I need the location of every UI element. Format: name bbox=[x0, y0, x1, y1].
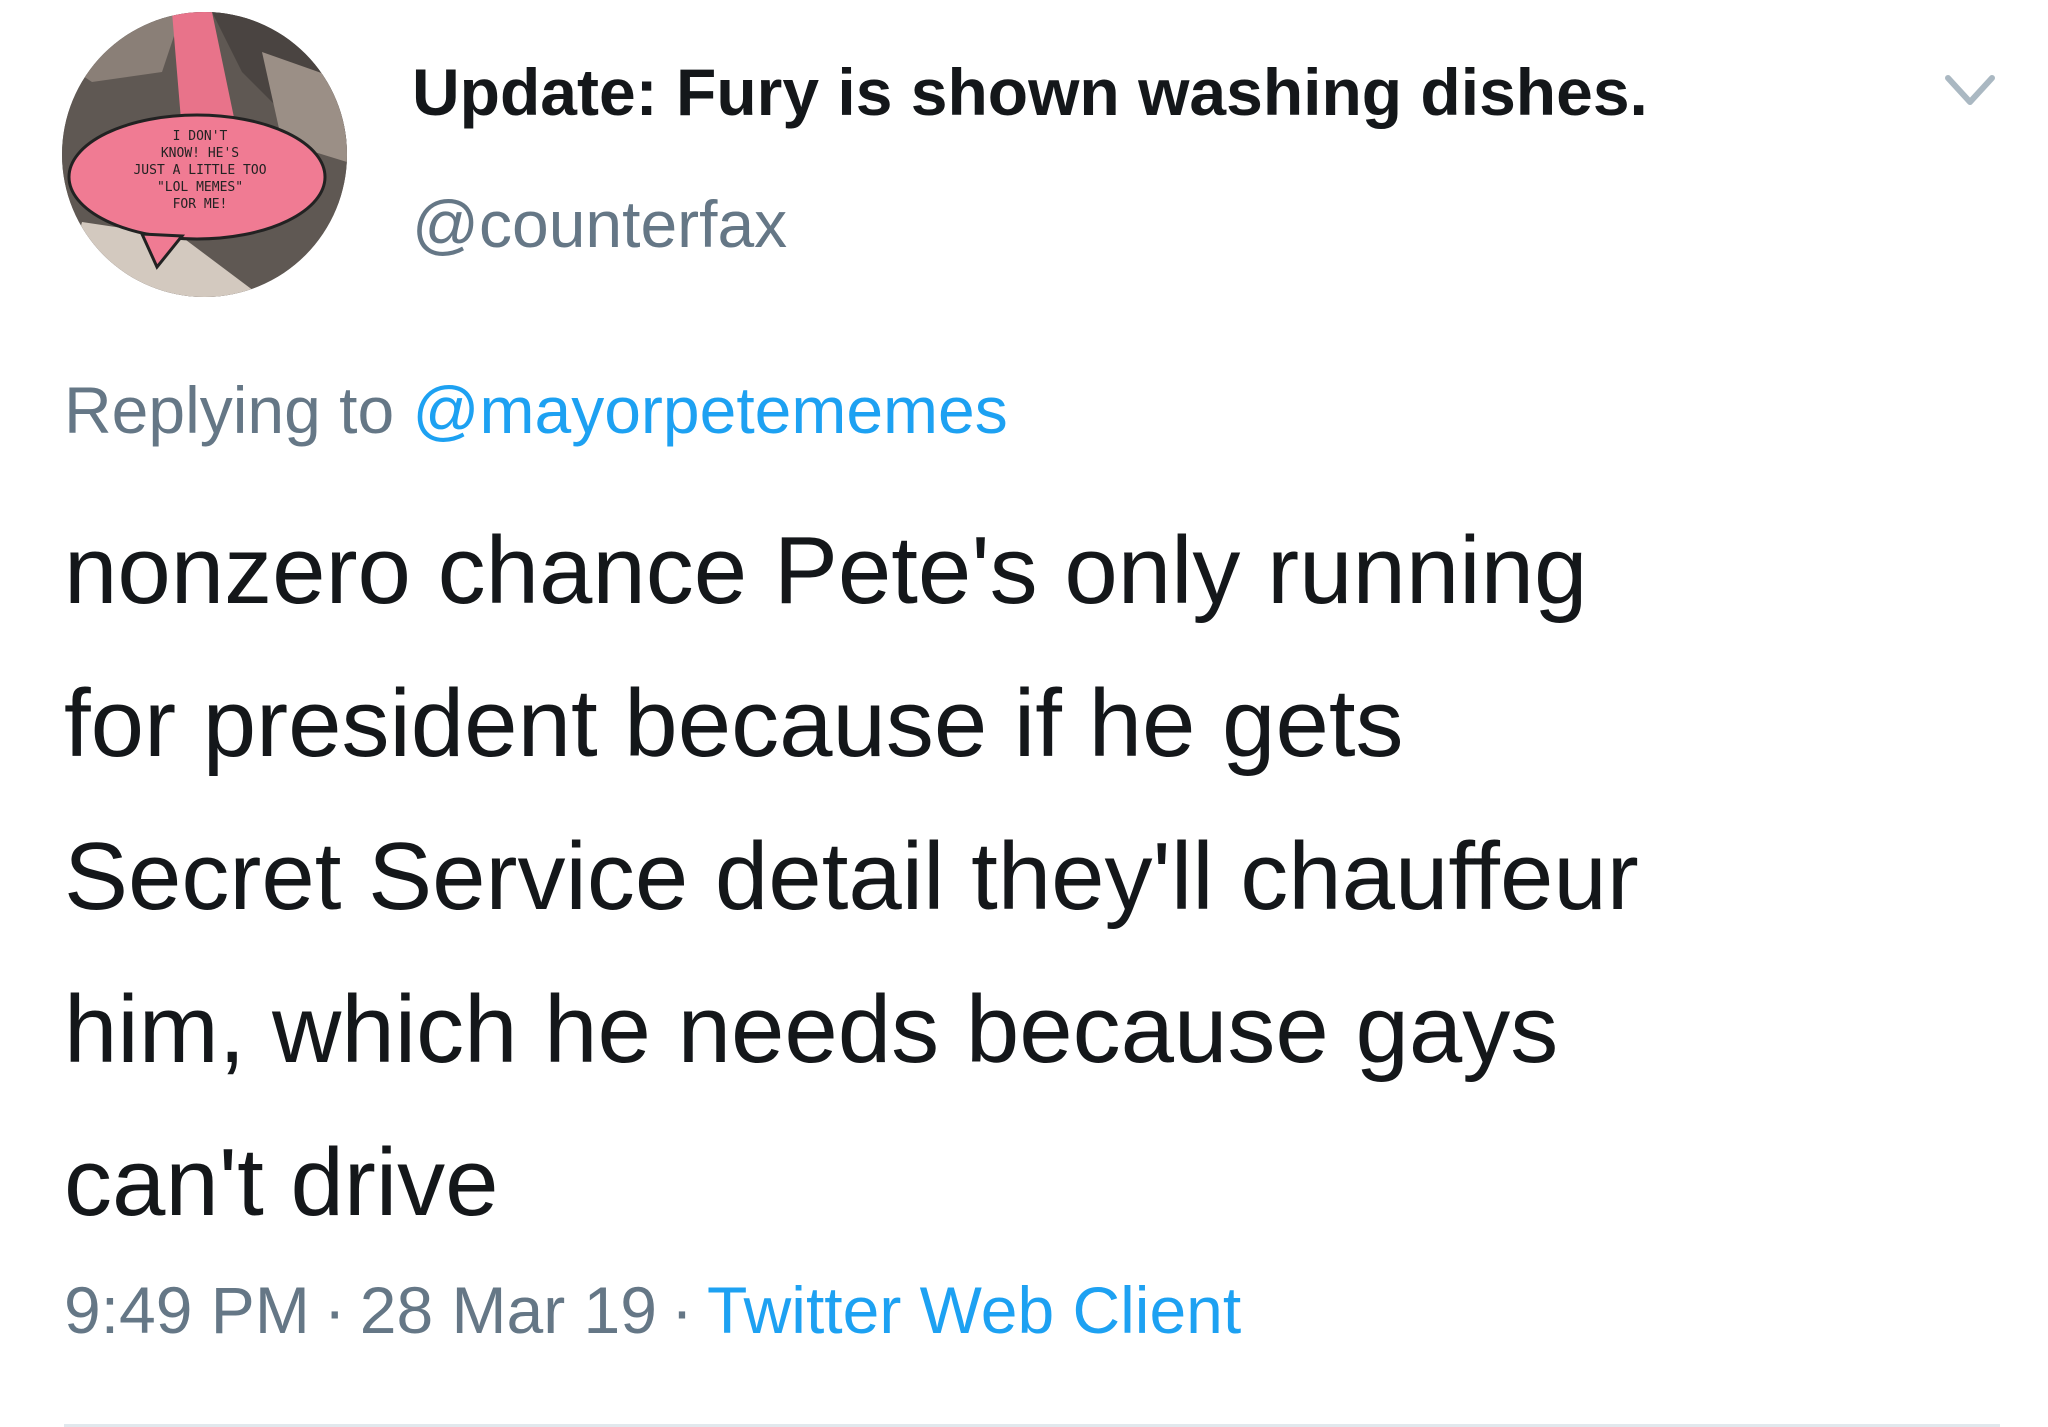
tweet: I DON'T KNOW! HE'S JUST A LITTLE TOO "LO… bbox=[0, 0, 2048, 1427]
reply-mention-link[interactable]: @mayorpetememes bbox=[413, 373, 1008, 447]
display-name[interactable]: Update: Fury is shown washing dishes. bbox=[412, 54, 1648, 130]
user-handle[interactable]: @counterfax bbox=[412, 186, 787, 262]
speech-bubble-line: "LOL MEMES" bbox=[157, 180, 243, 195]
speech-bubble-line: I DON'T bbox=[173, 129, 228, 144]
tweet-date[interactable]: 28 Mar 19 bbox=[360, 1273, 657, 1347]
avatar[interactable]: I DON'T KNOW! HE'S JUST A LITTLE TOO "LO… bbox=[62, 12, 347, 297]
tweet-time[interactable]: 9:49 PM bbox=[64, 1273, 310, 1347]
speech-bubble-line: JUST A LITTLE TOO bbox=[133, 163, 266, 178]
avatar-image: I DON'T KNOW! HE'S JUST A LITTLE TOO "LO… bbox=[62, 12, 347, 297]
replying-to: Replying to @mayorpetememes bbox=[64, 372, 1008, 448]
replying-to-label: Replying to bbox=[64, 373, 395, 447]
tweet-meta: 9:49 PM · 28 Mar 19 · Twitter Web Client bbox=[64, 1272, 1241, 1348]
speech-bubble-line: KNOW! HE'S bbox=[161, 146, 239, 161]
tweet-source-link[interactable]: Twitter Web Client bbox=[707, 1273, 1241, 1347]
separator-dot: · bbox=[323, 1273, 346, 1347]
tweet-text: nonzero chance Pete's only running for p… bbox=[64, 517, 1639, 1236]
separator-dot: · bbox=[670, 1273, 693, 1347]
speech-bubble-line: FOR ME! bbox=[173, 197, 228, 212]
chevron-down-icon[interactable] bbox=[1930, 62, 2010, 122]
